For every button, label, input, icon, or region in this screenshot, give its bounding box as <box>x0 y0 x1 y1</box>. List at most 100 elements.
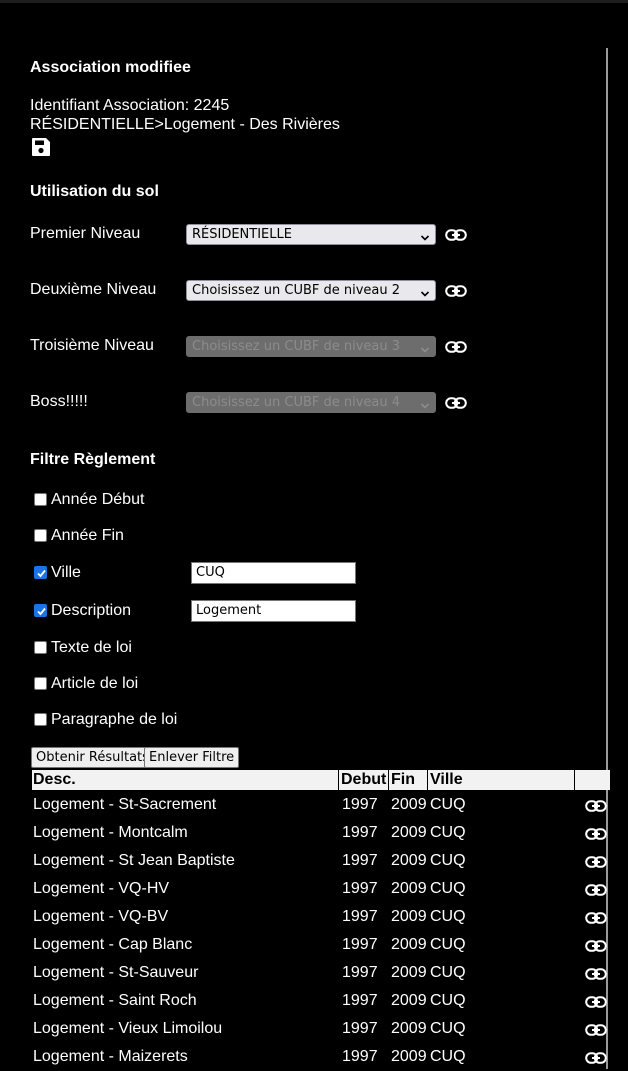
header-fin[interactable]: Fin <box>391 770 415 790</box>
table-row: Logement - St-Sacrement 1997 2009 CUQ <box>0 791 607 819</box>
link-icon[interactable] <box>585 855 607 868</box>
level-select-value: RÉSIDENTIELLE <box>192 227 292 242</box>
header-desc[interactable]: Desc. <box>33 770 76 790</box>
link-icon[interactable] <box>585 939 607 952</box>
top-bar <box>0 0 628 3</box>
landuse-title: Utilisation du sol <box>30 183 159 200</box>
cell-desc: Logement - Montcalm <box>33 824 188 841</box>
level-label: Premier Niveau <box>30 225 141 242</box>
save-icon[interactable] <box>31 137 51 157</box>
cell-ville: CUQ <box>430 908 466 925</box>
link-icon[interactable] <box>585 1023 607 1036</box>
cell-desc: Logement - St-Sacrement <box>33 796 217 813</box>
cell-ville: CUQ <box>430 992 466 1009</box>
cell-desc: Logement - Maizerets <box>33 1048 188 1065</box>
cell-desc: Logement - Saint Roch <box>33 992 197 1009</box>
link-icon[interactable] <box>445 284 467 297</box>
table-row: Logement - Cap Blanc 1997 2009 CUQ <box>0 931 607 959</box>
header-ville[interactable]: Ville <box>430 770 463 790</box>
cell-debut: 1997 <box>342 936 378 953</box>
header-debut[interactable]: Debut <box>341 770 386 790</box>
table-row: Logement - Maizerets 1997 2009 CUQ <box>0 1043 607 1071</box>
cell-ville: CUQ <box>430 852 466 869</box>
level-label: Troisième Niveau <box>30 337 154 354</box>
cell-fin: 2009 <box>391 852 427 869</box>
filter-title: Filtre Règlement <box>30 451 156 468</box>
level-select[interactable]: Choisissez un CUBF de niveau 2 <box>186 280 436 301</box>
filter-input[interactable]: Logement <box>191 600 356 622</box>
cell-ville: CUQ <box>430 880 466 897</box>
association-title: Association modifiee <box>30 59 191 76</box>
cell-desc: Logement - St Jean Baptiste <box>33 852 235 869</box>
cell-ville: CUQ <box>430 824 466 841</box>
cell-desc: Logement - St-Sauveur <box>33 964 199 981</box>
cell-fin: 2009 <box>391 964 427 981</box>
level-label: Boss!!!!! <box>30 393 88 410</box>
link-icon[interactable] <box>585 1051 607 1064</box>
cell-debut: 1997 <box>342 992 378 1009</box>
cell-fin: 2009 <box>391 908 427 925</box>
chevron-down-icon <box>420 230 430 241</box>
association-path: RÉSIDENTIELLE>Logement - Des Rivières <box>30 116 340 133</box>
level-select: Choisissez un CUBF de niveau 4 <box>186 392 436 413</box>
cell-fin: 2009 <box>391 1020 427 1037</box>
level-select-value: Choisissez un CUBF de niveau 4 <box>192 395 401 410</box>
cell-desc: Logement - Vieux Limoilou <box>33 1020 223 1037</box>
link-icon[interactable] <box>445 228 467 241</box>
filter-input[interactable]: CUQ <box>191 562 356 584</box>
link-icon[interactable] <box>445 340 467 353</box>
cell-ville: CUQ <box>430 796 466 813</box>
filter-checkbox[interactable] <box>34 604 47 617</box>
filter-label: Année Fin <box>51 527 124 544</box>
clear-filter-button[interactable]: Enlever Filtre <box>144 747 240 768</box>
cell-desc: Logement - VQ-HV <box>33 880 170 897</box>
table-row: Logement - Vieux Limoilou 1997 2009 CUQ <box>0 1015 607 1043</box>
header-divider <box>388 770 389 790</box>
cell-debut: 1997 <box>342 908 378 925</box>
link-icon[interactable] <box>585 827 607 840</box>
level-select-value: Choisissez un CUBF de niveau 2 <box>192 283 401 298</box>
table-row: Logement - Saint Roch 1997 2009 CUQ <box>0 987 607 1015</box>
table-row: Logement - St Jean Baptiste 1997 2009 CUQ <box>0 847 607 875</box>
get-results-button[interactable]: Obtenir Résultats <box>31 747 154 768</box>
cell-debut: 1997 <box>342 852 378 869</box>
cell-debut: 1997 <box>342 796 378 813</box>
level-select-value: Choisissez un CUBF de niveau 3 <box>192 339 401 354</box>
level-label: Deuxième Niveau <box>30 281 157 298</box>
header-divider <box>338 770 339 790</box>
link-icon[interactable] <box>445 396 467 409</box>
cell-ville: CUQ <box>430 936 466 953</box>
chevron-down-icon <box>420 342 430 353</box>
filter-label: Texte de loi <box>51 639 132 656</box>
filter-label: Année Début <box>51 491 145 508</box>
link-icon[interactable] <box>585 967 607 980</box>
link-icon[interactable] <box>585 799 607 812</box>
association-id: Identifiant Association: 2245 <box>30 97 230 114</box>
table-row: Logement - St-Sauveur 1997 2009 CUQ <box>0 959 607 987</box>
filter-checkbox[interactable] <box>34 529 47 542</box>
filter-label: Paragraphe de loi <box>51 711 178 728</box>
table-row: Logement - Montcalm 1997 2009 CUQ <box>0 819 607 847</box>
header-divider <box>574 770 575 790</box>
filter-checkbox[interactable] <box>34 566 47 579</box>
link-icon[interactable] <box>585 995 607 1008</box>
level-select[interactable]: RÉSIDENTIELLE <box>186 224 436 245</box>
table-row: Logement - VQ-BV 1997 2009 CUQ <box>0 903 607 931</box>
link-icon[interactable] <box>585 911 607 924</box>
table-header: Desc. Debut Fin Ville <box>32 770 610 790</box>
cell-ville: CUQ <box>430 964 466 981</box>
filter-checkbox[interactable] <box>34 713 47 726</box>
cell-fin: 2009 <box>391 992 427 1009</box>
cell-fin: 2009 <box>391 796 427 813</box>
cell-ville: CUQ <box>430 1020 466 1037</box>
cell-fin: 2009 <box>391 1048 427 1065</box>
cell-debut: 1997 <box>342 824 378 841</box>
filter-label: Description <box>51 602 132 619</box>
cell-desc: Logement - VQ-BV <box>33 908 169 925</box>
link-icon[interactable] <box>585 883 607 896</box>
header-divider <box>427 770 428 790</box>
cell-fin: 2009 <box>391 880 427 897</box>
filter-checkbox[interactable] <box>34 677 47 690</box>
filter-checkbox[interactable] <box>34 493 47 506</box>
filter-checkbox[interactable] <box>34 641 47 654</box>
